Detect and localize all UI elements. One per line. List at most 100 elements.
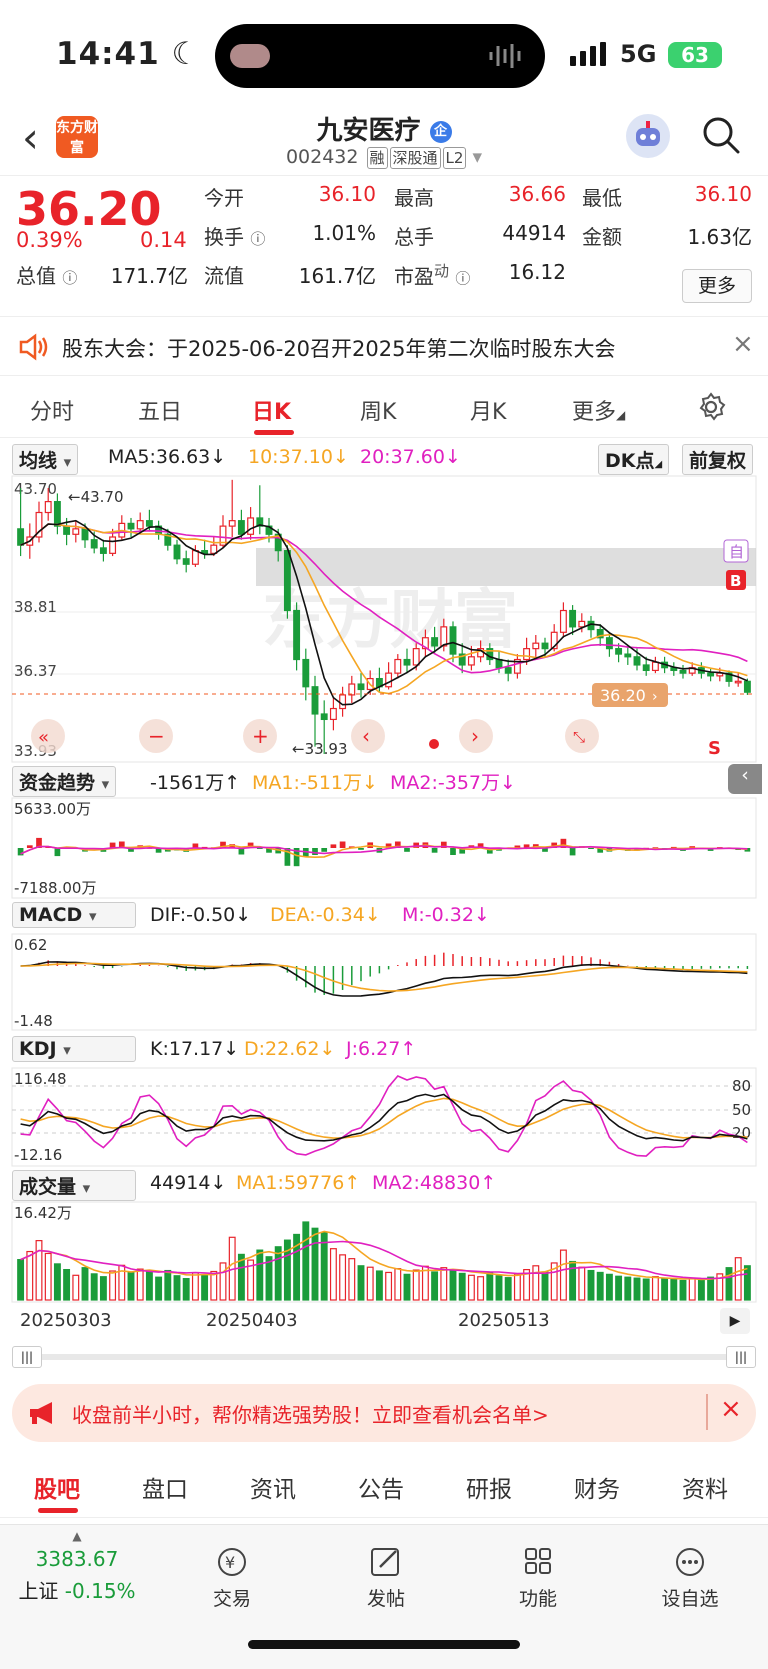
more-button[interactable]: 更多 (682, 269, 752, 303)
candle-up (523, 648, 531, 661)
ma10-value: 10:37.10↓ (248, 446, 349, 468)
range-handle-right[interactable]: ||| (726, 1346, 756, 1368)
close-icon[interactable]: × (732, 329, 754, 359)
tab-intraday[interactable]: 分时 (30, 394, 74, 426)
vol-value: 44914↓ (150, 1172, 227, 1194)
amount-label: 金额 (582, 225, 622, 249)
fund-bar (404, 848, 410, 852)
audio-wave-icon (489, 44, 521, 68)
settings-gear-icon[interactable] (696, 392, 726, 422)
scroll-end-button[interactable]: ▶ (720, 1308, 750, 1334)
fund-select[interactable]: 资金趋势 ▾ (12, 766, 117, 797)
tab-profile[interactable]: 资料 (682, 1470, 728, 1504)
volume-bar (688, 1277, 696, 1301)
trade-button[interactable]: ¥ 交易 (182, 1545, 282, 1611)
tab-research[interactable]: 研报 (466, 1470, 512, 1504)
tab-financials[interactable]: 财务 (574, 1470, 620, 1504)
change-pct: 0.39% (16, 228, 83, 252)
candle-down (743, 680, 751, 693)
change-amount: 0.14 (140, 228, 187, 252)
kdj-d: D:22.62↓ (244, 1038, 336, 1060)
volume-bar (394, 1268, 402, 1301)
fund-bar (330, 844, 337, 848)
island-avatar (230, 44, 270, 68)
minus-icon: − (148, 724, 165, 748)
tab-five-day[interactable]: 五日 (138, 394, 182, 426)
fund-ma2: MA2:-357万↓ (390, 772, 516, 794)
tab-daily-k[interactable]: 日K (252, 394, 291, 426)
candle-down (127, 522, 135, 530)
network-type: 5G (620, 40, 657, 68)
volume-bar (329, 1248, 337, 1301)
add-watchlist-button[interactable]: 设自选 (640, 1545, 740, 1611)
candle-down (642, 664, 650, 672)
buy-marker-text: B (730, 572, 741, 590)
candle-down (615, 648, 623, 655)
adjust-button[interactable]: 前复权 (682, 444, 754, 475)
vol-select[interactable]: 成交量 ▾ (12, 1170, 136, 1201)
robot-assistant-icon[interactable] (626, 114, 670, 158)
ma-legend-row: 均线 ▾ MA5:36.63↓ 10:37.10↓ 20:37.60↓ DK点◢… (12, 444, 762, 475)
volume-bar (81, 1267, 89, 1301)
tab-announcements[interactable]: 公告 (358, 1470, 404, 1504)
volume-bar (513, 1273, 521, 1301)
macd-select[interactable]: MACD ▾ (12, 902, 136, 928)
fund-legend-row: 资金趋势 ▾ -1561万↑ MA1:-511万↓ MA2:-357万↓ ‹ (12, 764, 762, 797)
position-dot (429, 739, 439, 749)
volume-bar (90, 1273, 98, 1301)
range-scrollbar[interactable]: ||| ||| (12, 1346, 756, 1368)
dk-point-button[interactable]: DK点◢ (598, 444, 670, 475)
fund-bar (358, 848, 364, 850)
macd-chart[interactable]: 0.62 -1.48 (0, 932, 768, 1032)
candle-down (403, 658, 411, 666)
tab-more[interactable]: 更多◢ (572, 394, 625, 426)
candle-down (302, 658, 310, 688)
fund-bar (339, 841, 346, 848)
volume-bar (311, 1227, 319, 1301)
search-icon[interactable] (702, 116, 740, 154)
info-icon[interactable]: ⓘ (455, 270, 470, 288)
macd-top-label: 0.62 (14, 936, 47, 954)
candle-down (145, 520, 153, 527)
kline-chart[interactable]: 东方财富 43.70 38.81 36.37 33.93 36.20 › ←43… (0, 474, 768, 764)
speaker-icon (19, 333, 48, 361)
candle-down (90, 539, 98, 549)
volume-bars (17, 1221, 751, 1301)
volume-bar (72, 1274, 80, 1301)
tab-weekly-k[interactable]: 周K (360, 394, 396, 426)
tab-monthly-k[interactable]: 月K (470, 394, 506, 426)
signal-icon (570, 42, 606, 66)
tab-forum[interactable]: 股吧 (34, 1470, 80, 1504)
expand-icon: ⤡ (573, 728, 585, 746)
watchlist-label: 设自选 (661, 1588, 719, 1610)
date-tick: 20250513 (458, 1310, 550, 1331)
volume-bar (642, 1278, 650, 1301)
volume-chart[interactable]: 16.42万 (0, 1200, 768, 1304)
kdj-select[interactable]: KDJ ▾ (12, 1036, 136, 1062)
fund-chart[interactable]: 5633.00万 -7188.00万 (0, 796, 768, 900)
tab-news[interactable]: 资讯 (250, 1470, 296, 1504)
kdj-chart[interactable]: 116.48 -12.16 80 50 20 (0, 1066, 768, 1168)
volume-bar (440, 1267, 448, 1301)
range-handle-left[interactable]: ||| (12, 1346, 42, 1368)
ma-select[interactable]: 均线 ▾ (12, 444, 79, 475)
low-value: 36.10 (694, 182, 752, 206)
candle-up (734, 680, 742, 684)
fund-bar (54, 848, 61, 857)
functions-button[interactable]: 功能 (488, 1545, 588, 1611)
kdj-level-50: 50 (732, 1101, 751, 1119)
info-icon[interactable]: ⓘ (250, 230, 265, 248)
close-icon[interactable]: × (720, 1394, 742, 1424)
index-widget[interactable]: 3383.67 上证 -0.15% (12, 1547, 142, 1604)
volume-bar (136, 1268, 144, 1301)
promo-banner[interactable]: 收盘前半小时，帮你精选强势股！立即查看机会名单> × (12, 1384, 756, 1442)
post-button[interactable]: 发帖 (336, 1545, 436, 1611)
volume-bar (707, 1276, 715, 1301)
volume-bar (366, 1266, 374, 1301)
volume-bar (578, 1266, 586, 1301)
fund-bottom-label: -7188.00万 (14, 879, 96, 897)
notice-bar[interactable]: 股东大会：于2025-06-20召开2025年第二次临时股东大会 × (0, 316, 768, 376)
tab-orderbook[interactable]: 盘口 (142, 1470, 188, 1504)
collapse-chevron-icon[interactable]: ‹ (728, 764, 762, 794)
info-icon[interactable]: ⓘ (62, 269, 77, 287)
